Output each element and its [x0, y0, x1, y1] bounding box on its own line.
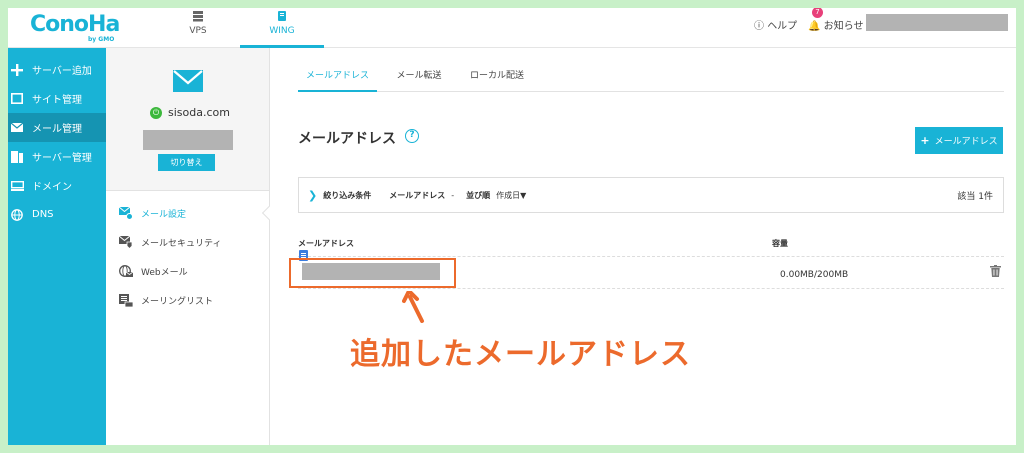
server-icon	[193, 11, 203, 22]
mail-context-panel: ⏻ sisoda.com 切り替え メール設定 メールセキュリティ Webメール…	[106, 48, 270, 445]
help-question-icon[interactable]: ?	[405, 129, 419, 143]
column-header-capacity[interactable]: 容量	[772, 238, 788, 249]
annotation-text: 追加したメールアドレス	[350, 337, 691, 372]
mail-security-icon	[119, 236, 133, 249]
page-title: メールアドレス	[298, 131, 396, 147]
help-label: ヘルプ	[767, 21, 798, 32]
highlight-box	[289, 258, 456, 288]
domain-summary: ⏻ sisoda.com 切り替え	[106, 48, 269, 191]
column-header-address[interactable]: メールアドレス	[298, 238, 354, 249]
capacity-value: 0.00MB/200MB	[780, 270, 849, 280]
menu-item-label: メールセキュリティ	[141, 239, 222, 249]
notice-link[interactable]: 7 🔔 お知らせ	[808, 8, 864, 32]
menu-item-label: メール設定	[141, 210, 187, 220]
divider	[298, 256, 1004, 257]
plus-icon: +	[920, 134, 930, 147]
domain-label: sisoda.com	[168, 106, 230, 119]
sidebar-item-label: サーバー追加	[32, 66, 92, 77]
logo[interactable]: ConoHa by GMO	[30, 12, 120, 43]
tab-vps[interactable]: VPS	[156, 8, 240, 48]
help-icon: ⓘ	[754, 21, 764, 32]
wing-icon	[278, 11, 286, 21]
sidebar-item-dns[interactable]: DNS	[8, 200, 106, 229]
server-icon	[10, 150, 24, 163]
redacted-field	[143, 130, 233, 150]
domain-name: ⏻ sisoda.com	[150, 106, 230, 119]
menu-item-label: メーリングリスト	[141, 297, 214, 307]
tab-mail-forwarding[interactable]: メール転送	[389, 68, 449, 92]
app-window: ConoHa by GMO VPS WING ⓘ ヘルプ 7 🔔 お知らせ サー…	[8, 8, 1016, 445]
logo-text: ConoHa	[30, 12, 120, 37]
mail-menu: メール設定 メールセキュリティ Webメール メーリングリスト	[106, 191, 269, 445]
sidebar-item-label: サーバー管理	[32, 153, 92, 164]
trash-icon[interactable]	[990, 265, 1001, 277]
add-button-label: メールアドレス	[934, 137, 998, 147]
plus-icon	[10, 63, 24, 76]
power-status-icon: ⏻	[150, 106, 162, 119]
filter-bar[interactable]: ❯ 絞り込み条件 メールアドレス - 並び順 作成日▼ 該当 1件	[298, 177, 1004, 213]
switch-button[interactable]: 切り替え	[158, 154, 215, 171]
tab-vps-label: VPS	[189, 26, 207, 36]
domain-icon	[10, 180, 24, 192]
menu-item-mail-settings[interactable]: メール設定	[106, 199, 269, 228]
top-header: ConoHa by GMO VPS WING ⓘ ヘルプ 7 🔔 お知らせ	[8, 8, 1016, 48]
help-link[interactable]: ⓘ ヘルプ	[754, 17, 797, 32]
mail-settings-icon	[119, 207, 133, 220]
user-account-redacted[interactable]	[866, 14, 1008, 31]
filter-value: -	[451, 190, 455, 200]
sidebar-item-label: メール管理	[32, 124, 82, 135]
main-content: メールアドレス メール転送 ローカル配送 メールアドレス ? + メールアドレス…	[270, 48, 1016, 445]
mail-tabs: メールアドレス メール転送 ローカル配送	[298, 68, 1004, 92]
menu-item-label: Webメール	[141, 268, 188, 278]
bell-icon: 🔔	[808, 21, 821, 32]
menu-item-mail-security[interactable]: メールセキュリティ	[106, 228, 269, 257]
chevron-right-icon: ❯	[308, 188, 318, 202]
filter-label: 絞り込み条件	[323, 190, 372, 200]
result-count: 該当 1件	[957, 191, 993, 202]
envelope-icon	[173, 70, 203, 92]
sidebar-item-label: サイト管理	[32, 95, 82, 106]
sidebar-item-site[interactable]: サイト管理	[8, 84, 106, 113]
window-icon	[10, 93, 24, 105]
sort-value[interactable]: 作成日▼	[496, 190, 526, 201]
filter-field: メールアドレス	[389, 190, 446, 200]
notice-badge: 7	[812, 8, 823, 18]
add-mail-address-button[interactable]: + メールアドレス	[915, 127, 1003, 154]
globe-icon	[10, 208, 24, 221]
sidebar-item-mail[interactable]: メール管理	[8, 113, 106, 142]
sidebar-item-label: DNS	[32, 209, 54, 220]
tab-local-delivery[interactable]: ローカル配送	[462, 68, 532, 92]
sidebar-item-server[interactable]: サーバー管理	[8, 142, 106, 171]
sort-label: 並び順	[466, 190, 491, 200]
menu-item-mailing-list[interactable]: メーリングリスト	[106, 286, 269, 315]
mail-icon	[10, 122, 24, 134]
tab-wing-label: WING	[269, 26, 295, 36]
divider	[298, 288, 1004, 289]
sidebar-item-domain[interactable]: ドメイン	[8, 171, 106, 200]
tab-wing[interactable]: WING	[240, 8, 324, 48]
arrow-up-icon	[402, 291, 424, 323]
sidebar-item-label: ドメイン	[32, 182, 72, 193]
sidebar-item-add-server[interactable]: サーバー追加	[8, 55, 106, 84]
mailing-list-icon	[119, 294, 133, 307]
notice-label: お知らせ	[823, 21, 864, 32]
logo-sub: by GMO	[88, 36, 115, 43]
menu-item-webmail[interactable]: Webメール	[106, 257, 269, 286]
webmail-icon	[119, 265, 133, 277]
sidebar: サーバー追加 サイト管理 メール管理 サーバー管理 ドメイン DNS	[8, 48, 106, 445]
tab-mail-address[interactable]: メールアドレス	[298, 68, 377, 92]
